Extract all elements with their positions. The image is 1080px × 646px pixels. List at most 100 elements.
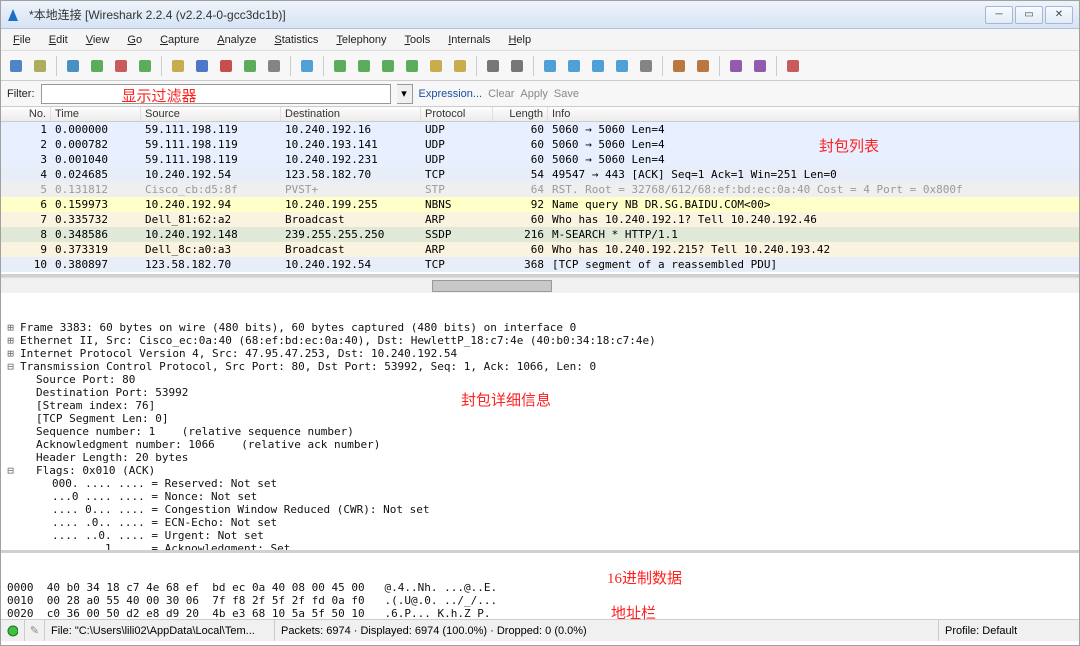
tree-node[interactable]: Acknowledgment number: 1066 (relative ac…: [5, 438, 1075, 451]
table-row[interactable]: 70.335732Dell_81:62:a2BroadcastARP60Who …: [1, 212, 1079, 227]
filter-input[interactable]: 显示过滤器: [41, 84, 391, 104]
tree-node[interactable]: Source Port: 80: [5, 373, 1075, 386]
stop-capture-icon[interactable]: [110, 55, 132, 77]
tree-node[interactable]: .... .0.. .... = ECN-Echo: Not set: [5, 516, 1075, 529]
menu-tools[interactable]: Tools: [397, 32, 439, 48]
display-filters-icon[interactable]: [692, 55, 714, 77]
col-destination[interactable]: Destination: [281, 107, 421, 121]
zoom-in-icon[interactable]: [539, 55, 561, 77]
menu-help[interactable]: Help: [500, 32, 539, 48]
clear-button[interactable]: Clear: [488, 88, 514, 100]
col-no[interactable]: No.: [1, 107, 51, 121]
coloring-rules-icon[interactable]: [725, 55, 747, 77]
hex-line[interactable]: 0010 00 28 a0 55 40 00 30 06 7f f8 2f 5f…: [7, 594, 1073, 607]
tree-toggle-icon[interactable]: ⊟: [5, 360, 16, 373]
packet-list-pane[interactable]: No. Time Source Destination Protocol Len…: [1, 107, 1079, 277]
tree-node[interactable]: ⊞Ethernet II, Src: Cisco_ec:0a:40 (68:ef…: [5, 334, 1075, 347]
tree-node[interactable]: ...0 .... .... = Nonce: Not set: [5, 490, 1075, 503]
menu-go[interactable]: Go: [119, 32, 150, 48]
tree-node[interactable]: [Stream index: 76]: [5, 399, 1075, 412]
menu-edit[interactable]: Edit: [41, 32, 76, 48]
tree-toggle-icon[interactable]: ⊞: [5, 321, 16, 334]
go-forward-icon[interactable]: [353, 55, 375, 77]
go-last-icon[interactable]: [425, 55, 447, 77]
edit-icon[interactable]: ✎: [25, 620, 45, 641]
go-first-icon[interactable]: [449, 55, 471, 77]
prefs-icon[interactable]: [749, 55, 771, 77]
close-button[interactable]: ✕: [1045, 6, 1073, 24]
expert-info-button[interactable]: [1, 620, 25, 641]
tree-node[interactable]: ⊟Transmission Control Protocol, Src Port…: [5, 360, 1075, 373]
help-icon[interactable]: [782, 55, 804, 77]
menu-view[interactable]: View: [78, 32, 118, 48]
zoom-out-icon[interactable]: [563, 55, 585, 77]
go-back-icon[interactable]: [329, 55, 351, 77]
tree-node[interactable]: Header Length: 20 bytes: [5, 451, 1075, 464]
table-row[interactable]: 100.380897123.58.182.7010.240.192.54TCP3…: [1, 257, 1079, 272]
menu-telephony[interactable]: Telephony: [328, 32, 394, 48]
reload-icon[interactable]: [239, 55, 261, 77]
print-icon[interactable]: [263, 55, 285, 77]
menu-capture[interactable]: Capture: [152, 32, 207, 48]
auto-scroll-icon[interactable]: [506, 55, 528, 77]
tree-node[interactable]: .... ..0. .... = Urgent: Not set: [5, 529, 1075, 542]
apply-button[interactable]: Apply: [520, 88, 548, 100]
zoom-reset-icon[interactable]: [587, 55, 609, 77]
packet-details-pane[interactable]: ⊞Frame 3383: 60 bytes on wire (480 bits)…: [1, 293, 1079, 553]
expression-button[interactable]: Expression...: [419, 88, 483, 100]
table-row[interactable]: 20.00078259.111.198.11910.240.193.141UDP…: [1, 137, 1079, 152]
list-icon[interactable]: [5, 55, 27, 77]
table-row[interactable]: 50.131812Cisco_cb:d5:8fPVST+STP64RST. Ro…: [1, 182, 1079, 197]
table-row[interactable]: 10.00000059.111.198.11910.240.192.16UDP6…: [1, 122, 1079, 137]
tree-node[interactable]: Destination Port: 53992: [5, 386, 1075, 399]
tree-toggle-icon[interactable]: ⊞: [5, 334, 16, 347]
start-capture-icon[interactable]: [86, 55, 108, 77]
tree-toggle-icon[interactable]: ⊟: [5, 464, 16, 477]
find-icon[interactable]: [296, 55, 318, 77]
menu-statistics[interactable]: Statistics: [266, 32, 326, 48]
col-length[interactable]: Length: [493, 107, 548, 121]
col-info[interactable]: Info: [548, 107, 1079, 121]
table-row[interactable]: 40.02468510.240.192.54123.58.182.70TCP54…: [1, 167, 1079, 182]
shark-fin-icon[interactable]: [62, 55, 84, 77]
close-file-icon[interactable]: [215, 55, 237, 77]
status-profile[interactable]: Profile: Default: [939, 620, 1079, 641]
save-button[interactable]: Save: [554, 88, 579, 100]
save-file-icon[interactable]: [191, 55, 213, 77]
tree-node[interactable]: 000. .... .... = Reserved: Not set: [5, 477, 1075, 490]
tree-node[interactable]: [TCP Segment Len: 0]: [5, 412, 1075, 425]
go-up-icon[interactable]: [377, 55, 399, 77]
open-file-icon[interactable]: [167, 55, 189, 77]
zoom-fit-icon[interactable]: [611, 55, 633, 77]
menu-internals[interactable]: Internals: [440, 32, 498, 48]
tree-node[interactable]: ⊟Flags: 0x010 (ACK): [5, 464, 1075, 477]
tree-node[interactable]: ⊞Frame 3383: 60 bytes on wire (480 bits)…: [5, 321, 1075, 334]
hex-line[interactable]: 0020 c0 36 00 50 d2 e8 d9 20 4b e3 68 10…: [7, 607, 1073, 619]
resize-cols-icon[interactable]: [635, 55, 657, 77]
table-row[interactable]: 60.15997310.240.192.9410.240.199.255NBNS…: [1, 197, 1079, 212]
tree-node[interactable]: .... ...1 .... = Acknowledgment: Set: [5, 542, 1075, 553]
minimize-button[interactable]: ─: [985, 6, 1013, 24]
packet-bytes-pane[interactable]: 0000 40 b0 34 18 c7 4e 68 ef bd ec 0a 40…: [1, 553, 1079, 619]
filter-dropdown[interactable]: ▾: [397, 84, 413, 104]
col-protocol[interactable]: Protocol: [421, 107, 493, 121]
tree-toggle-icon[interactable]: ⊞: [5, 347, 16, 360]
menu-analyze[interactable]: Analyze: [209, 32, 264, 48]
restart-capture-icon[interactable]: [134, 55, 156, 77]
table-row[interactable]: 30.00104059.111.198.11910.240.192.231UDP…: [1, 152, 1079, 167]
table-row[interactable]: 80.34858610.240.192.148239.255.255.250SS…: [1, 227, 1079, 242]
menu-file[interactable]: File: [5, 32, 39, 48]
hex-line[interactable]: 0000 40 b0 34 18 c7 4e 68 ef bd ec 0a 40…: [7, 581, 1073, 594]
interfaces-icon[interactable]: [29, 55, 51, 77]
capture-filters-icon[interactable]: [668, 55, 690, 77]
table-row[interactable]: 90.373319Dell_8c:a0:a3BroadcastARP60Who …: [1, 242, 1079, 257]
tree-node[interactable]: Sequence number: 1 (relative sequence nu…: [5, 425, 1075, 438]
colorize-icon[interactable]: [482, 55, 504, 77]
packet-list-hscroll[interactable]: [1, 277, 1079, 293]
tree-node[interactable]: .... 0... .... = Congestion Window Reduc…: [5, 503, 1075, 516]
tree-node[interactable]: ⊞Internet Protocol Version 4, Src: 47.95…: [5, 347, 1075, 360]
col-source[interactable]: Source: [141, 107, 281, 121]
go-down-icon[interactable]: [401, 55, 423, 77]
col-time[interactable]: Time: [51, 107, 141, 121]
maximize-button[interactable]: ▭: [1015, 6, 1043, 24]
